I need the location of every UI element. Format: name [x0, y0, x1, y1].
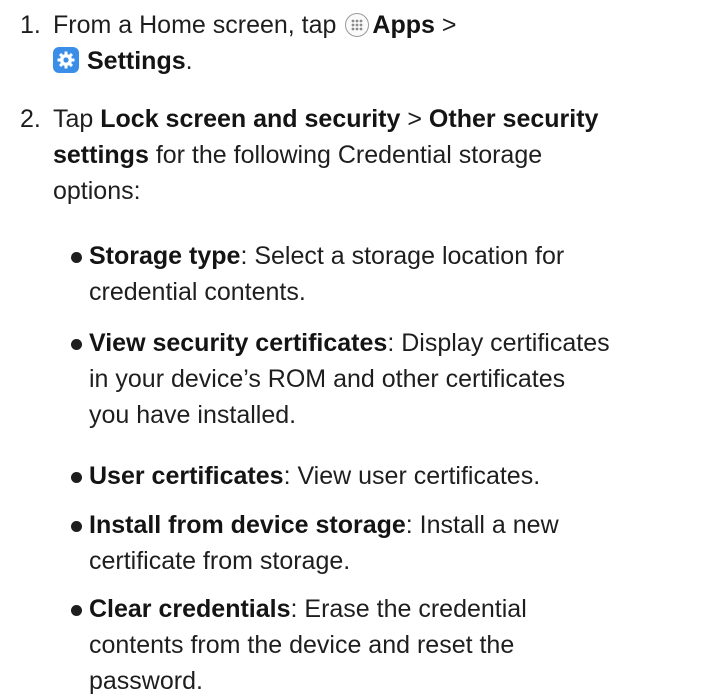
other-security-label-cont: settings: [53, 141, 149, 169]
apps-grid-icon: [345, 13, 370, 37]
bullet-line: in your device’s ROM and other certifica…: [89, 365, 566, 393]
separator: >: [407, 105, 422, 133]
bullet-text: Storage type: Select a storage location …: [89, 238, 704, 310]
step-prefix: From a Home screen, tap: [53, 11, 337, 39]
step-line: From a Home screen, tap Apps >: [53, 7, 696, 43]
bullet-term: User certificates: [89, 462, 284, 490]
bullet-desc: : Erase the credential: [290, 595, 527, 623]
bullet-desc: : Select a storage location for: [240, 242, 565, 270]
bullet-text: User certificates: View user certificate…: [89, 458, 704, 494]
step-line: Settings.: [53, 43, 696, 79]
bullet-line: contents from the device and reset the: [89, 631, 515, 659]
bullet-text: Clear credentials: Erase the credential …: [89, 591, 704, 699]
bullet-text: View security certificates: Display cert…: [89, 325, 704, 433]
settings-label: Settings: [87, 47, 186, 75]
bullet-desc: : Display certificates: [387, 329, 610, 357]
bullet-line: Install from device storage: Install a n…: [89, 507, 704, 543]
apps-label: Apps: [372, 11, 435, 39]
bullet-term: Storage type: [89, 242, 241, 270]
bullet-dot: [71, 521, 82, 532]
bullet-line: View security certificates: Display cert…: [89, 325, 704, 361]
step-text: From a Home screen, tap Apps > Settings.: [53, 7, 696, 79]
bullet-dot: [71, 605, 82, 616]
bullet-line: Clear credentials: Erase the credential: [89, 591, 704, 627]
step-prefix: Tap: [53, 105, 94, 133]
bullet-desc: : Install a new: [405, 511, 559, 539]
step-text: Tap Lock screen and security > Other sec…: [53, 101, 696, 209]
bullet-desc: : View user certificates.: [283, 462, 541, 490]
bullet-line: certificate from storage.: [89, 547, 351, 575]
step-rest: options:: [53, 177, 141, 205]
bullet-text: Install from device storage: Install a n…: [89, 507, 704, 579]
bullet-line: Storage type: Select a storage location …: [89, 238, 704, 274]
step-line: Tap Lock screen and security > Other sec…: [53, 101, 696, 137]
bullet-term: View security certificates: [89, 329, 388, 357]
step-line: options:: [53, 173, 696, 209]
step-line: settings for the following Credential st…: [53, 137, 696, 173]
bullet-line: User certificates: View user certificate…: [89, 458, 704, 494]
bullet-term: Clear credentials: [89, 595, 291, 623]
settings-gear-icon: [53, 47, 79, 73]
bullet-dot: [71, 339, 82, 350]
separator: >: [441, 11, 457, 39]
bullet-line: credential contents.: [89, 278, 306, 306]
bullet-dot: [71, 252, 82, 263]
bullet-term: Install from device storage: [89, 511, 406, 539]
lock-screen-label: Lock screen and security: [100, 105, 401, 133]
step-number: 1.: [20, 11, 41, 39]
step-rest: for the following Credential storage: [155, 141, 543, 169]
other-security-label: Other security: [428, 105, 599, 133]
step-suffix: .: [185, 47, 193, 75]
step-number: 2.: [20, 105, 41, 133]
bullet-dot: [71, 472, 82, 483]
bullet-line: you have installed.: [89, 401, 297, 429]
